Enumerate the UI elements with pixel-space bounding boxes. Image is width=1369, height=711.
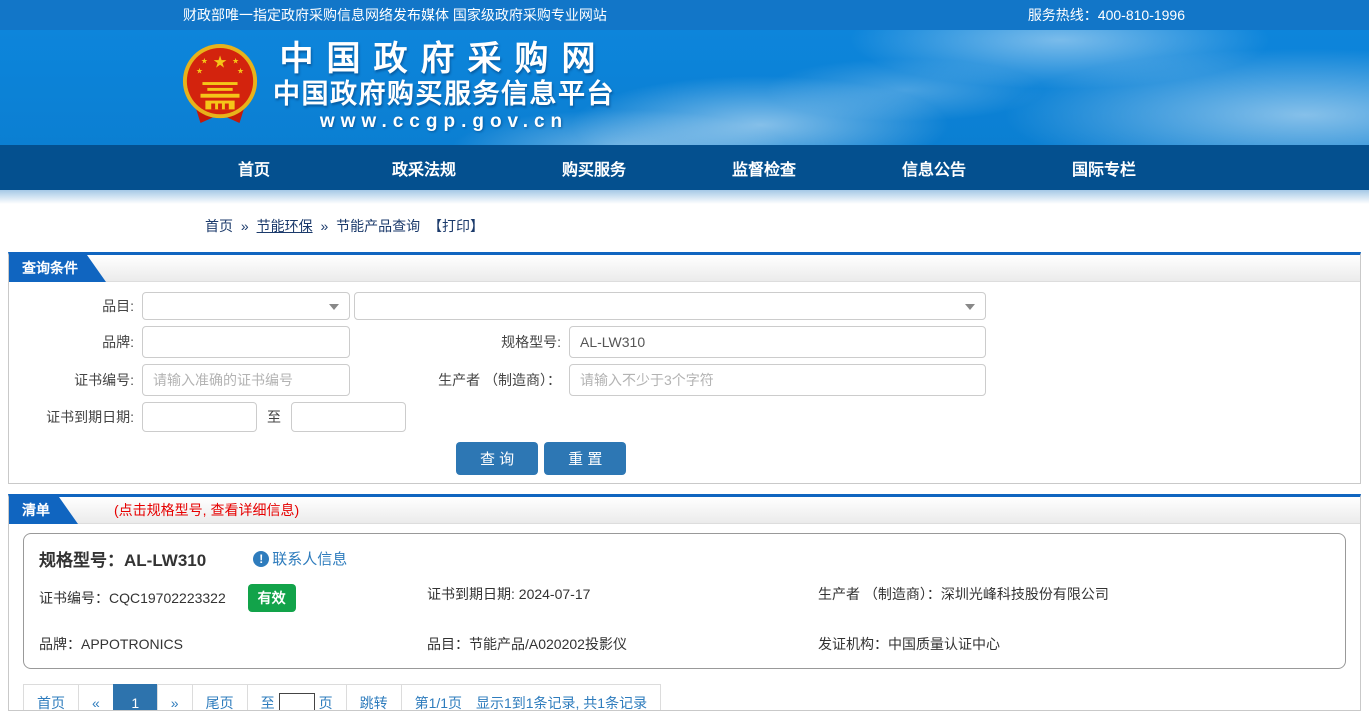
form-row-cert-manufacturer: 证书编号: 生产者 （制造商）： xyxy=(9,364,1360,396)
chevron-down-icon xyxy=(329,304,339,310)
list-panel-header: 清单 (点击规格型号, 查看详细信息) xyxy=(9,497,1360,524)
category-select-secondary[interactable] xyxy=(354,292,986,320)
site-title-block: 中国政府采购网 中国政府购买服务信息平台 www.ccgp.gov.cn xyxy=(273,42,615,132)
form-row-expiry-date: 证书到期日期: 至 xyxy=(9,402,1360,432)
result-card-title-row: 规格型号：AL-LW310 ! 联系人信息 xyxy=(39,546,1330,571)
topbar-slogan: 财政部唯一指定政府采购信息网络发布媒体 国家级政府采购专业网站 xyxy=(183,7,607,23)
site-subtitle: 中国政府购买服务信息平台 xyxy=(273,79,615,110)
topbar: 财政部唯一指定政府采购信息网络发布媒体 国家级政府采购专业网站 服务热线：400… xyxy=(0,0,1369,30)
breadcrumb: 首页 » 节能环保 » 节能产品查询 【打印】 xyxy=(0,204,1369,252)
query-panel: 查询条件 品目: 品牌: 规格型号: 证书编号: 生产者 （制造商）： 证书到期… xyxy=(8,252,1361,484)
record-issuer: 发证机构：中国质量认证中心 xyxy=(818,636,1000,652)
pagination-info-cell: 第1/1页 显示1到1条记录, 共1条记录 xyxy=(400,684,662,710)
cert-no-value: 证书编号：CQC19702223322 xyxy=(39,590,226,606)
search-button[interactable]: 查 询 xyxy=(456,442,539,475)
breadcrumb-separator: » xyxy=(240,218,249,234)
info-icon: ! xyxy=(253,550,270,567)
record-details-grid: 证书编号：CQC19702223322 有效 证书到期日期: 2024-07-1… xyxy=(39,584,1330,654)
brand-label: 品牌: xyxy=(102,334,134,350)
reset-button[interactable]: 重 置 xyxy=(544,442,627,475)
expiry-date-label: 证书到期日期: xyxy=(46,409,134,425)
status-badge: 有效 xyxy=(247,584,296,612)
svg-text:★: ★ xyxy=(232,57,239,66)
form-row-category: 品目: xyxy=(9,292,1360,320)
site-header: ★ ★ ★ ★ ★ 中国政府采购网 中国政府购买服务信息平台 www.ccgp.… xyxy=(0,30,1369,145)
category-select-primary[interactable] xyxy=(142,292,350,320)
query-panel-header: 查询条件 xyxy=(9,255,1360,282)
breadcrumb-current: 节能产品查询 xyxy=(336,218,421,234)
record-model-link[interactable]: 规格型号：AL-LW310 xyxy=(39,546,206,571)
category-label: 品目: xyxy=(102,298,134,314)
manufacturer-label: 生产者 （制造商）： xyxy=(438,372,561,388)
result-list-panel: 清单 (点击规格型号, 查看详细信息) 规格型号：AL-LW310 ! 联系人信… xyxy=(8,494,1361,711)
nav-item-supervision[interactable]: 监督检查 xyxy=(679,156,849,180)
nav-item-regulations[interactable]: 政采法规 xyxy=(339,156,509,180)
pagination-jump-button[interactable]: 跳转 xyxy=(345,684,402,710)
pagination-page-1[interactable]: 1 xyxy=(112,684,158,710)
record-manufacturer: 生产者 （制造商）：深圳光峰科技股份有限公司 xyxy=(818,586,1109,602)
chevron-down-icon xyxy=(965,304,975,310)
service-hotline: 服务热线：400-810-1996 xyxy=(1027,7,1185,23)
main-nav: 首页 政采法规 购买服务 监督检查 信息公告 国际专栏 xyxy=(0,145,1369,190)
contact-info-link[interactable]: ! 联系人信息 xyxy=(253,548,347,569)
query-form: 品目: 品牌: 规格型号: 证书编号: 生产者 （制造商）： 证书到期日期: 至 xyxy=(9,282,1360,483)
pagination-prev-button[interactable]: « xyxy=(78,684,114,710)
expiry-date-to-input[interactable] xyxy=(291,402,406,432)
pagination-next-button[interactable]: » xyxy=(156,684,193,710)
record-brand: 品牌：APPOTRONICS xyxy=(39,636,183,652)
model-label: 规格型号: xyxy=(501,334,561,350)
site-name: 中国政府采购网 xyxy=(279,40,609,79)
page-number-input[interactable] xyxy=(278,692,315,710)
pagination-goto-cell: 至页 xyxy=(246,684,347,710)
record-expiry-date: 证书到期日期: 2024-07-17 xyxy=(427,586,591,602)
record-cert-no: 证书编号：CQC19702223322 有效 xyxy=(39,584,427,612)
site-logo[interactable]: ★ ★ ★ ★ ★ 中国政府采购网 中国政府购买服务信息平台 www.ccgp.… xyxy=(181,41,615,134)
pagination-last-button[interactable]: 尾页 xyxy=(191,684,248,710)
svg-text:★: ★ xyxy=(213,52,228,71)
svg-text:★: ★ xyxy=(196,66,203,75)
nav-item-announcements[interactable]: 信息公告 xyxy=(849,156,1019,180)
manufacturer-input[interactable] xyxy=(569,364,986,396)
nav-shadow-strip xyxy=(0,190,1369,204)
contact-info-label: 联系人信息 xyxy=(272,551,348,568)
date-range-to-label: 至 xyxy=(267,409,281,425)
record-category: 品目：节能产品/A020202投影仪 xyxy=(427,636,627,652)
site-url: www.ccgp.gov.cn xyxy=(319,110,569,132)
form-row-brand-model: 品牌: 规格型号: xyxy=(9,326,1360,358)
expiry-date-from-input[interactable] xyxy=(142,402,257,432)
cert-no-input[interactable] xyxy=(142,364,350,396)
national-emblem-icon: ★ ★ ★ ★ ★ xyxy=(181,41,259,134)
svg-text:★: ★ xyxy=(201,57,208,66)
nav-item-purchase-services[interactable]: 购买服务 xyxy=(509,156,679,180)
breadcrumb-home[interactable]: 首页 xyxy=(205,218,233,234)
pagination-first-button[interactable]: 首页 xyxy=(23,684,79,710)
result-card: 规格型号：AL-LW310 ! 联系人信息 证书编号：CQC1970222332… xyxy=(23,533,1346,669)
cert-no-label: 证书编号: xyxy=(74,372,134,388)
nav-item-international[interactable]: 国际专栏 xyxy=(1019,156,1189,180)
breadcrumb-separator: » xyxy=(320,218,329,234)
list-panel-title: 清单 xyxy=(9,497,78,524)
list-panel-hint: (点击规格型号, 查看详细信息) xyxy=(114,502,300,518)
breadcrumb-section[interactable]: 节能环保 xyxy=(257,218,313,234)
pagination: 首页 « 1 » 尾页 至页 跳转 第1/1页 显示1到1条记录, 共1条记录 xyxy=(23,684,1360,710)
form-actions: 查 询 重 置 xyxy=(9,442,1360,475)
brand-input[interactable] xyxy=(142,326,350,358)
model-input[interactable] xyxy=(569,326,986,358)
print-link[interactable]: 【打印】 xyxy=(428,218,484,234)
nav-item-home[interactable]: 首页 xyxy=(169,156,339,180)
query-panel-title: 查询条件 xyxy=(9,255,106,282)
svg-text:★: ★ xyxy=(237,66,244,75)
